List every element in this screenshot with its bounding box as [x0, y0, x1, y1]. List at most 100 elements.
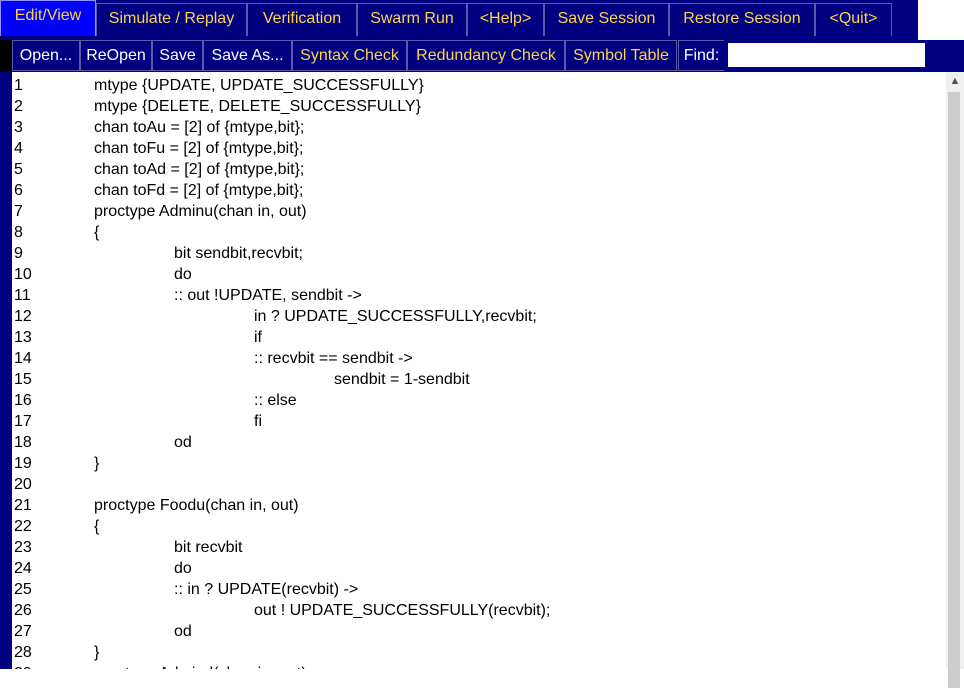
symbol-table-button[interactable]: Symbol Table: [565, 40, 677, 71]
tabbar-blank-area: [918, 0, 964, 40]
code-line: 23 bit recvbit: [12, 537, 946, 558]
code-line: 18 od: [12, 432, 946, 453]
scroll-up-icon[interactable]: ▲: [946, 72, 964, 90]
code-line: 12 in ? UPDATE_SUCCESSFULLY,recvbit;: [12, 306, 946, 327]
code-text: sendbit = 1-sendbit: [334, 371, 470, 388]
code-text: :: in ? UPDATE(recvbit) ->: [174, 581, 359, 598]
line-number: 2: [14, 98, 23, 115]
code-text: mtype {UPDATE, UPDATE_SUCCESSFULLY}: [94, 77, 424, 94]
line-number: 11: [14, 287, 31, 304]
code-line: 1 mtype {UPDATE, UPDATE_SUCCESSFULLY}: [12, 75, 946, 96]
reopen-button[interactable]: ReOpen: [80, 40, 152, 71]
code-line: 20: [12, 474, 946, 495]
tab-strip: Edit/View Simulate / Replay Verification…: [0, 0, 918, 38]
redundancy-check-button[interactable]: Redundancy Check: [407, 40, 565, 71]
code-line: 8{: [12, 222, 946, 243]
code-line: 19}: [12, 453, 946, 474]
code-line: 13 if: [12, 327, 946, 348]
code-text: }: [94, 455, 100, 472]
code-text: chan toFd = [2] of {mtype,bit};: [94, 182, 304, 199]
code-text: do: [174, 560, 192, 577]
code-text: {: [94, 518, 100, 535]
line-number: 9: [14, 245, 23, 262]
code-line: 21 proctype Foodu(chan in, out): [12, 495, 946, 516]
code-text: chan toAd = [2] of {mtype,bit};: [94, 161, 305, 178]
code-text: chan toAu = [2] of {mtype,bit};: [94, 119, 305, 136]
open-button[interactable]: Open...: [12, 40, 80, 71]
line-number: 24: [14, 560, 32, 577]
code-text: proctype Admind(chan in, out): [94, 663, 307, 669]
code-text: od: [174, 623, 192, 640]
code-editor[interactable]: 1 mtype {UPDATE, UPDATE_SUCCESSFULLY} 2 mty…: [12, 72, 946, 669]
code-line: 24 do: [12, 558, 946, 579]
line-number: 27: [14, 623, 32, 640]
save-button[interactable]: Save: [152, 40, 203, 71]
line-number: 21: [14, 497, 32, 514]
syntax-check-button[interactable]: Syntax Check: [292, 40, 407, 71]
vertical-scrollbar[interactable]: ▲: [946, 72, 964, 688]
tab-simulate-replay[interactable]: Simulate / Replay: [96, 3, 247, 36]
code-text: bit sendbit,recvbit;: [174, 245, 303, 262]
tab-edit-view[interactable]: Edit/View: [0, 0, 96, 36]
code-line: 16:: else: [12, 390, 946, 411]
code-line: 28}: [12, 642, 946, 663]
line-number: 12: [14, 308, 32, 325]
code-text: :: recvbit == sendbit ->: [254, 350, 413, 367]
main-tab-bar: Edit/View Simulate / Replay Verification…: [0, 0, 964, 40]
line-number: 6: [14, 182, 23, 199]
tab-quit[interactable]: <Quit>: [815, 3, 892, 36]
line-number: 16: [14, 392, 32, 409]
code-text: {: [94, 224, 100, 241]
code-line: 11:: out !UPDATE, sendbit ->: [12, 285, 946, 306]
code-line: 6 chan toFd = [2] of {mtype,bit};: [12, 180, 946, 201]
find-label: Find:: [678, 40, 724, 71]
code-text: mtype {DELETE, DELETE_SUCCESSFULLY}: [94, 98, 421, 115]
code-line: 17 fi: [12, 411, 946, 432]
line-number: 5: [14, 161, 23, 178]
line-number: 7: [14, 203, 23, 220]
code-line: 3 chan toAu = [2] of {mtype,bit};: [12, 117, 946, 138]
line-number: 26: [14, 602, 32, 619]
code-line: 5 chan toAd = [2] of {mtype,bit};: [12, 159, 946, 180]
code-line: 27 od: [12, 621, 946, 642]
tab-verification[interactable]: Verification: [247, 3, 357, 36]
line-number: 19: [14, 455, 32, 472]
code-text: chan toFu = [2] of {mtype,bit};: [94, 140, 304, 157]
code-text: if: [254, 329, 262, 346]
code-line: 14:: recvbit == sendbit ->: [12, 348, 946, 369]
code-line: 9 bit sendbit,recvbit;: [12, 243, 946, 264]
tab-help[interactable]: <Help>: [467, 3, 544, 36]
tab-swarm-run[interactable]: Swarm Run: [357, 3, 467, 36]
code-line: 25:: in ? UPDATE(recvbit) ->: [12, 579, 946, 600]
line-number: 10: [14, 266, 32, 283]
code-line: 15 sendbit = 1-sendbit: [12, 369, 946, 390]
code-text: :: out !UPDATE, sendbit ->: [174, 287, 362, 304]
save-as-button[interactable]: Save As...: [203, 40, 292, 71]
code-text: bit recvbit: [174, 539, 243, 556]
line-number: 4: [14, 140, 23, 157]
code-text: proctype Foodu(chan in, out): [94, 497, 299, 514]
code-line: 7 proctype Adminu(chan in, out): [12, 201, 946, 222]
tab-save-session[interactable]: Save Session: [544, 3, 669, 36]
line-number: 22: [14, 518, 32, 535]
scrollbar-thumb[interactable]: [948, 92, 960, 688]
line-number: 25: [14, 581, 32, 598]
tab-restore-session[interactable]: Restore Session: [669, 3, 815, 36]
line-number: 3: [14, 119, 23, 136]
code-text: proctype Adminu(chan in, out): [94, 203, 307, 220]
code-line: 29 proctype Admind(chan in, out): [12, 663, 946, 669]
find-input[interactable]: [728, 43, 925, 67]
code-text: od: [174, 434, 192, 451]
line-number: 20: [14, 476, 32, 493]
code-line: 22 {: [12, 516, 946, 537]
line-number: 15: [14, 371, 32, 388]
code-text: }: [94, 644, 100, 661]
code-text: :: else: [254, 392, 297, 409]
line-number: 8: [14, 224, 23, 241]
line-number: 1: [14, 77, 23, 94]
code-text: in ? UPDATE_SUCCESSFULLY,recvbit;: [254, 308, 537, 325]
line-number: 14: [14, 350, 32, 367]
line-number: 28: [14, 644, 32, 661]
code-line: 4 chan toFu = [2] of {mtype,bit};: [12, 138, 946, 159]
code-line: 26 out ! UPDATE_SUCCESSFULLY(recvbit);: [12, 600, 946, 621]
